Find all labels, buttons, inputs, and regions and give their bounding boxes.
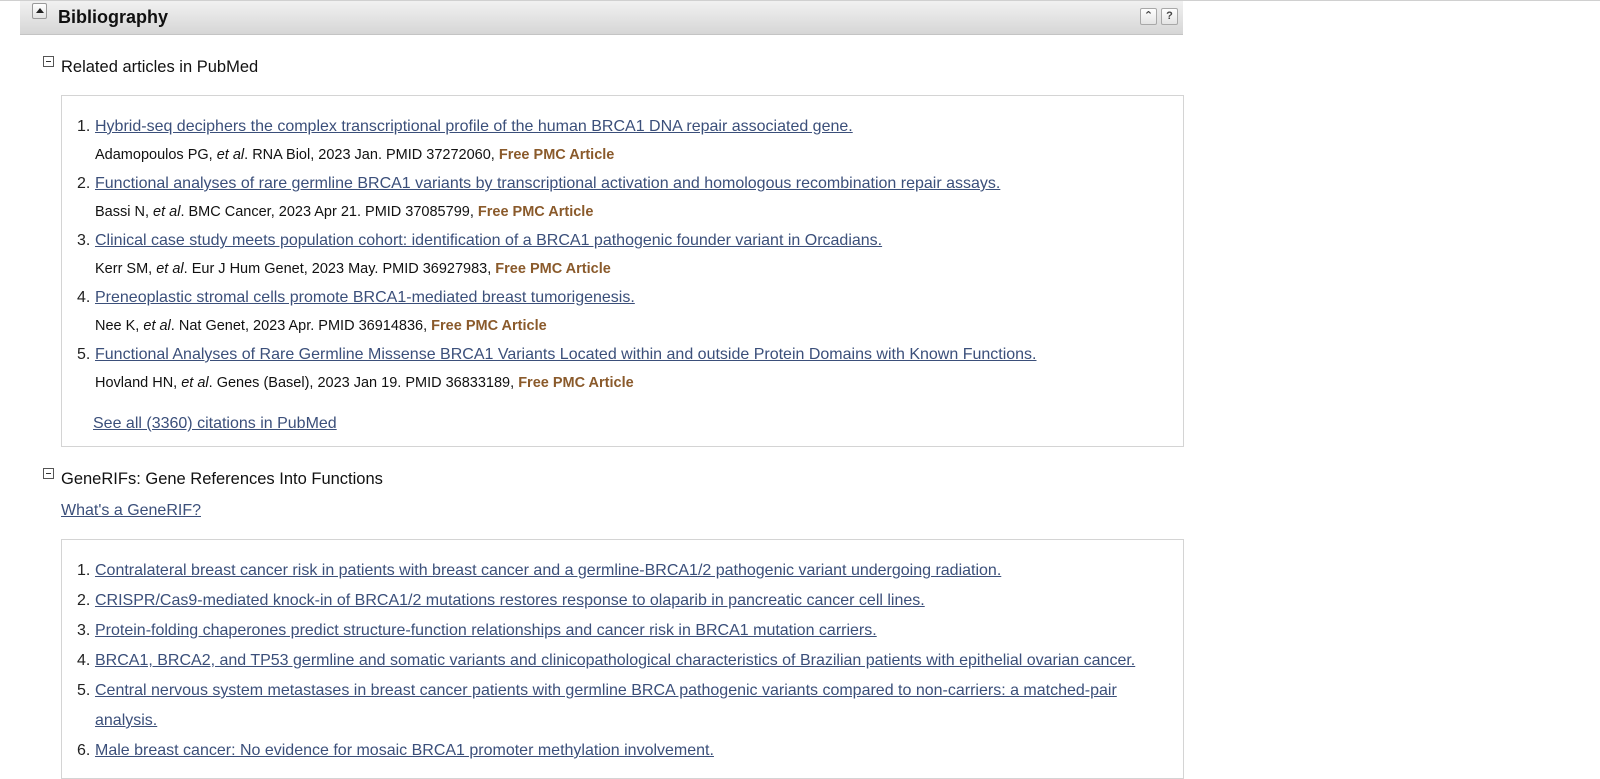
article-citation: Bassi N, et al. BMC Cancer, 2023 Apr 21.… [95, 204, 594, 220]
list-number: 2. [77, 592, 91, 609]
whats-a-generif-link[interactable]: What's a GeneRIF? [61, 502, 201, 520]
generif-link[interactable]: BRCA1, BRCA2, and TP53 germline and soma… [95, 652, 1135, 670]
article-citation: Kerr SM, et al. Eur J Hum Genet, 2023 Ma… [95, 261, 611, 277]
free-pmc-badge: Free PMC Article [518, 375, 634, 391]
article-link[interactable]: Functional analyses of rare germline BRC… [95, 175, 1000, 193]
free-pmc-badge: Free PMC Article [498, 147, 615, 163]
list-number: 3. [77, 232, 91, 249]
free-pmc-badge: Free PMC Article [495, 261, 611, 277]
list-number: 4. [77, 289, 91, 306]
article-citation: Adamopoulos PG, et al. RNA Biol, 2023 Ja… [95, 147, 615, 163]
pubmed-collapse-icon[interactable] [43, 56, 54, 67]
collapse-section-icon[interactable] [32, 3, 47, 19]
list-number: 4. [77, 652, 91, 669]
article-link[interactable]: Hybrid-seq deciphers the complex transcr… [95, 118, 853, 136]
generif-link[interactable]: CRISPR/Cas9-mediated knock-in of BRCA1/2… [95, 592, 925, 610]
free-pmc-badge: Free PMC Article [477, 204, 594, 220]
list-number: 1. [77, 562, 91, 579]
generif-link[interactable]: Central nervous system metastases in bre… [95, 682, 1117, 700]
list-number: 3. [77, 622, 91, 639]
help-icon[interactable]: ? [1161, 8, 1178, 25]
free-pmc-badge: Free PMC Article [431, 318, 547, 334]
list-number: 6. [77, 742, 91, 759]
generif-link-continued[interactable]: analysis. [95, 712, 157, 730]
article-link[interactable]: Preneoplastic stromal cells promote BRCA… [95, 289, 635, 307]
see-all-citations-link[interactable]: See all (3360) citations in PubMed [93, 415, 337, 433]
pubmed-heading: Related articles in PubMed [61, 58, 259, 76]
generif-link[interactable]: Contralateral breast cancer risk in pati… [95, 562, 1001, 580]
list-number: 5. [77, 346, 91, 363]
article-link[interactable]: Functional Analyses of Rare Germline Mis… [95, 346, 1037, 364]
list-number: 1. [77, 118, 91, 135]
article-citation: Nee K, et al. Nat Genet, 2023 Apr. PMID … [95, 318, 547, 334]
generifs-collapse-icon[interactable] [43, 468, 54, 479]
generifs-heading: GeneRIFs: Gene References Into Functions [61, 470, 383, 488]
article-link[interactable]: Clinical case study meets population coh… [95, 232, 882, 250]
back-to-top-icon[interactable]: ⌃ [1140, 8, 1157, 25]
generif-link[interactable]: Male breast cancer: No evidence for mosa… [95, 742, 714, 760]
section-title: Bibliography [58, 7, 169, 27]
list-number: 5. [77, 682, 91, 699]
bibliography-header: Bibliography ⌃ ? [20, 1, 1183, 35]
generif-link[interactable]: Protein-folding chaperones predict struc… [95, 622, 877, 640]
article-citation: Hovland HN, et al. Genes (Basel), 2023 J… [95, 375, 634, 391]
list-number: 2. [77, 175, 91, 192]
